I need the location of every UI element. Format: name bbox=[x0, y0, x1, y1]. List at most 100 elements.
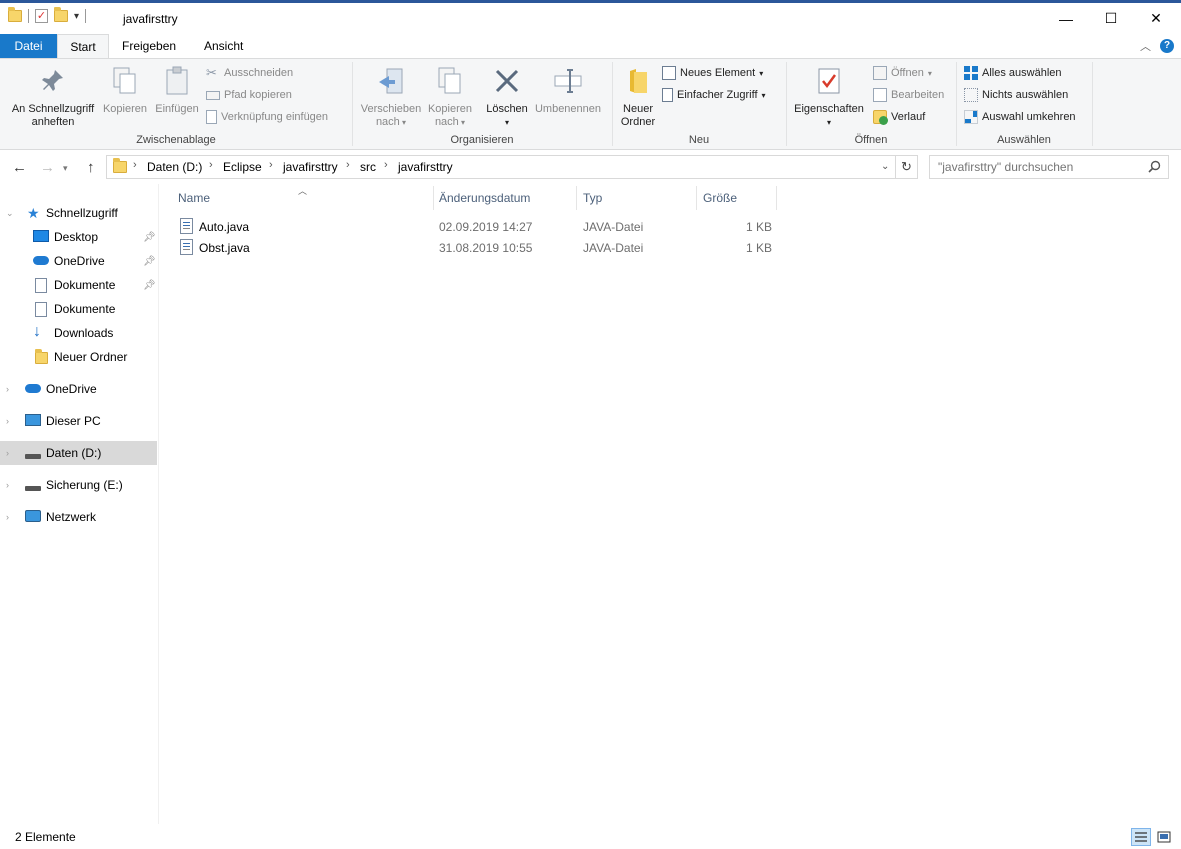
paste-shortcut-button[interactable]: Verknüpfung einfügen bbox=[206, 108, 328, 126]
details-view-button[interactable] bbox=[1131, 828, 1151, 846]
edit-button[interactable]: Bearbeiten bbox=[873, 86, 944, 104]
nav-item-onedrive-pinned[interactable]: OneDrive 📌︎ bbox=[0, 249, 157, 273]
paste-button[interactable]: Einfügen bbox=[151, 65, 203, 116]
column-header-date[interactable]: Änderungsdatum bbox=[439, 191, 530, 205]
easy-access-button[interactable]: Einfacher Zugriff ▾ bbox=[662, 86, 766, 104]
nav-item-network[interactable]: › Netzwerk bbox=[0, 505, 157, 529]
column-divider[interactable] bbox=[776, 186, 777, 210]
cut-button[interactable]: ✂ Ausschneiden bbox=[206, 64, 328, 82]
new-folder-icon[interactable] bbox=[54, 7, 68, 22]
navigation-pane: ⌄ ★ Schnellzugriff Desktop 📌︎ OneDrive 📌… bbox=[0, 184, 159, 824]
address-bar[interactable]: › Daten (D:) › Eclipse › javafirsttry › … bbox=[106, 155, 896, 179]
chevron-right-icon[interactable]: › bbox=[6, 512, 9, 522]
column-divider[interactable] bbox=[433, 186, 434, 210]
document-icon bbox=[35, 302, 47, 317]
invert-selection-button[interactable]: Auswahl umkehren bbox=[964, 108, 1076, 126]
nav-item-this-pc[interactable]: › Dieser PC bbox=[0, 409, 157, 433]
rename-button[interactable]: Umbenennen bbox=[532, 65, 604, 116]
java-file-icon bbox=[180, 239, 193, 255]
copy-to-button[interactable]: Kopieren nach ▾ bbox=[425, 65, 475, 129]
collapse-ribbon-icon[interactable]: ︿ bbox=[1140, 38, 1151, 54]
nav-label: Netzwerk bbox=[46, 510, 97, 524]
chevron-right-icon[interactable]: › bbox=[209, 159, 213, 171]
column-divider[interactable] bbox=[576, 186, 577, 210]
breadcrumb-eclipse[interactable]: Eclipse bbox=[223, 160, 262, 174]
group-label-clipboard: Zwischenablage bbox=[136, 134, 216, 146]
breadcrumb-src[interactable]: src bbox=[360, 160, 376, 174]
address-dropdown-chevron-icon[interactable]: ⌄ bbox=[881, 161, 889, 172]
move-to-button[interactable]: Verschieben nach ▾ bbox=[358, 65, 424, 129]
maximize-button[interactable]: ☐ bbox=[1088, 3, 1134, 34]
chevron-right-icon[interactable]: › bbox=[133, 159, 137, 171]
group-label-new: Neu bbox=[688, 134, 710, 146]
tab-start[interactable]: Start bbox=[57, 34, 109, 58]
search-box[interactable] bbox=[929, 155, 1169, 179]
nav-item-new-folder[interactable]: Neuer Ordner bbox=[0, 345, 157, 369]
pin-to-quick-access-button[interactable]: An Schnellzugriff anheften bbox=[6, 65, 100, 129]
pin-icon[interactable]: 📌︎ bbox=[143, 280, 156, 291]
history-button[interactable]: Verlauf bbox=[873, 108, 944, 126]
tab-datei[interactable]: Datei bbox=[0, 34, 57, 58]
close-button[interactable]: ✕ bbox=[1133, 3, 1179, 34]
chevron-right-icon[interactable]: › bbox=[6, 480, 9, 490]
customize-toolbar-chevron-icon[interactable]: ▾ bbox=[74, 11, 79, 22]
copy-button[interactable]: Kopieren bbox=[100, 65, 150, 116]
column-header-name[interactable]: Name bbox=[178, 191, 210, 205]
nav-item-downloads[interactable]: ↓ Downloads bbox=[0, 321, 157, 345]
nav-item-drive-e[interactable]: › Sicherung (E:) bbox=[0, 473, 157, 497]
new-folder-button[interactable]: Neuer Ordner bbox=[616, 65, 660, 129]
breadcrumb-javafirsttry-current[interactable]: javafirsttry bbox=[398, 160, 453, 174]
status-bar: 2 Elemente bbox=[0, 824, 1181, 849]
properties-button[interactable]: Eigenschaften ▾ bbox=[790, 65, 868, 129]
select-none-button[interactable]: Nichts auswählen bbox=[964, 86, 1076, 104]
network-icon bbox=[25, 510, 41, 522]
cloud-icon bbox=[33, 256, 49, 265]
chevron-right-icon[interactable]: › bbox=[6, 416, 9, 426]
nav-item-documents-pinned[interactable]: Dokumente 📌︎ bbox=[0, 273, 157, 297]
tab-freigeben[interactable]: Freigeben bbox=[110, 34, 188, 58]
properties-icon[interactable]: ✓ bbox=[35, 9, 48, 23]
nav-label: Dokumente bbox=[54, 278, 116, 292]
up-arrow-icon[interactable]: ↑ bbox=[87, 159, 95, 176]
nav-label: Schnellzugriff bbox=[46, 206, 118, 220]
recent-locations-chevron-icon[interactable]: ▾ bbox=[63, 163, 68, 174]
minimize-button[interactable]: — bbox=[1043, 3, 1089, 34]
new-item-button[interactable]: Neues Element ▾ bbox=[662, 64, 766, 82]
breadcrumb-javafirsttry[interactable]: javafirsttry bbox=[283, 160, 338, 174]
search-icon[interactable] bbox=[1148, 160, 1161, 176]
nav-item-onedrive[interactable]: › OneDrive bbox=[0, 377, 157, 401]
refresh-button[interactable]: ↻ bbox=[896, 155, 918, 179]
table-row[interactable]: Obst.java 31.08.2019 10:55 JAVA-Datei 1 … bbox=[176, 238, 776, 258]
file-name: Auto.java bbox=[199, 220, 250, 234]
breadcrumb-daten[interactable]: Daten (D:) bbox=[147, 160, 202, 174]
pin-icon[interactable]: 📌︎ bbox=[143, 232, 156, 243]
chevron-right-icon[interactable]: › bbox=[6, 448, 9, 458]
chevron-right-icon[interactable]: › bbox=[346, 159, 350, 171]
tab-ansicht[interactable]: Ansicht bbox=[192, 34, 255, 58]
column-header-size[interactable]: Größe bbox=[703, 191, 737, 205]
folder-icon bbox=[35, 349, 48, 364]
pin-icon[interactable]: 📌︎ bbox=[143, 256, 156, 267]
chevron-right-icon[interactable]: › bbox=[6, 384, 9, 394]
open-button[interactable]: Öffnen ▾ bbox=[873, 64, 944, 82]
back-arrow-icon[interactable]: ← bbox=[12, 159, 27, 176]
column-header-type[interactable]: Typ bbox=[583, 191, 602, 205]
nav-item-desktop[interactable]: Desktop 📌︎ bbox=[0, 225, 157, 249]
nav-item-quick-access[interactable]: ⌄ ★ Schnellzugriff bbox=[0, 201, 157, 225]
column-divider[interactable] bbox=[696, 186, 697, 210]
chevron-down-icon[interactable]: ⌄ bbox=[6, 208, 14, 219]
details-view-icon bbox=[1135, 832, 1147, 842]
nav-item-drive-d[interactable]: › Daten (D:) bbox=[0, 441, 157, 465]
large-icons-view-button[interactable] bbox=[1154, 828, 1174, 846]
help-icon[interactable]: ? bbox=[1160, 39, 1174, 53]
delete-button[interactable]: Löschen ▾ bbox=[482, 65, 532, 129]
chevron-right-icon[interactable]: › bbox=[384, 159, 388, 171]
select-all-button[interactable]: Alles auswählen bbox=[964, 64, 1076, 82]
search-input[interactable] bbox=[938, 157, 1148, 177]
forward-arrow-icon[interactable]: → bbox=[40, 159, 55, 176]
nav-item-documents[interactable]: Dokumente bbox=[0, 297, 157, 321]
copy-path-button[interactable]: Pfad kopieren bbox=[206, 86, 328, 104]
chevron-right-icon[interactable]: › bbox=[269, 159, 273, 171]
table-row[interactable]: Auto.java 02.09.2019 14:27 JAVA-Datei 1 … bbox=[176, 217, 776, 237]
copy-icon bbox=[109, 65, 141, 97]
